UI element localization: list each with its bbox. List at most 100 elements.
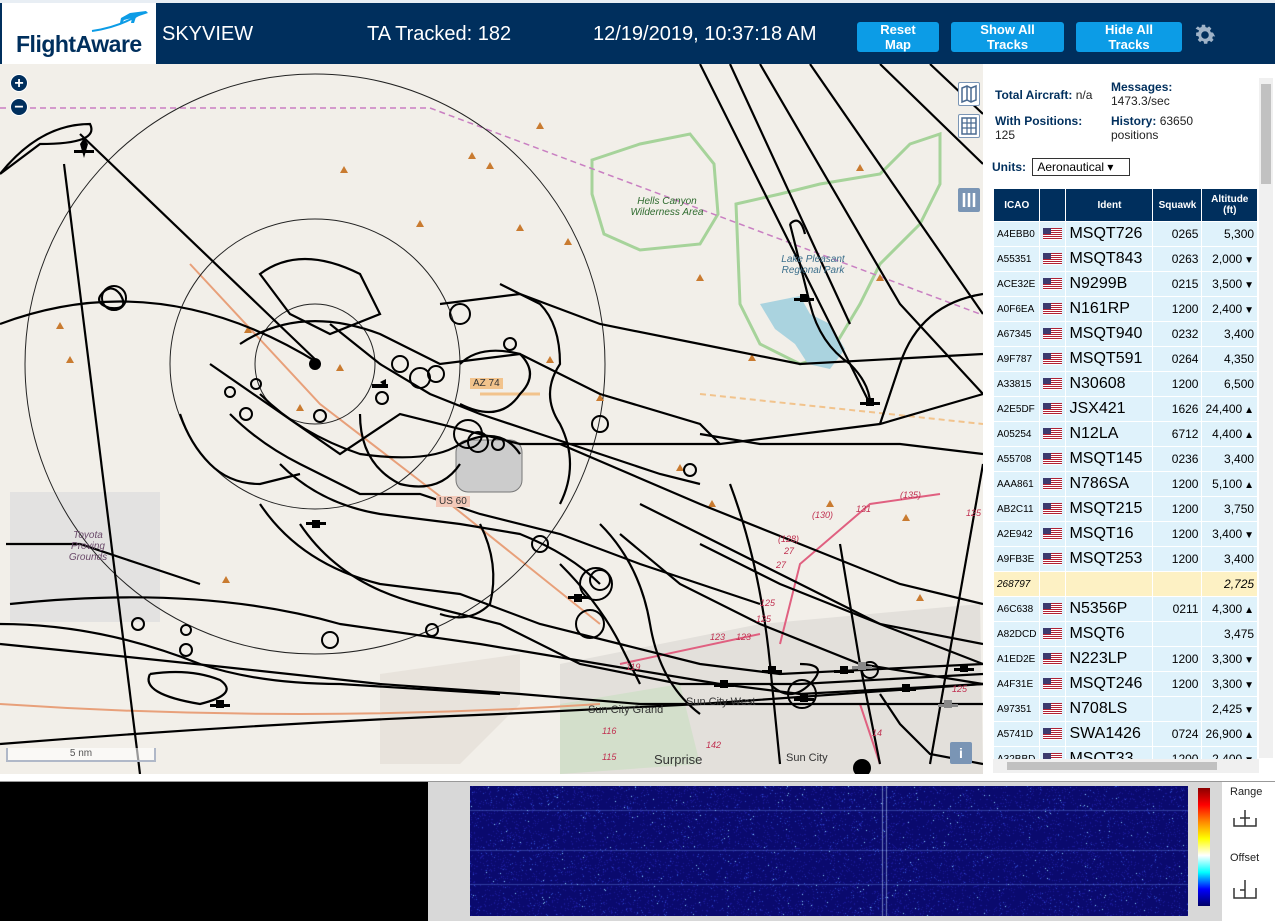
- with-positions-label: With Positions:: [995, 114, 1083, 128]
- col-squawk[interactable]: Squawk: [1153, 189, 1202, 221]
- panel-divider[interactable]: [0, 774, 1275, 782]
- us-flag-icon: [1043, 228, 1063, 241]
- altitude-value: 2,000: [1212, 252, 1243, 266]
- ident-cell: JSX421: [1066, 397, 1153, 421]
- squawk-cell: 1200: [1153, 647, 1202, 671]
- table-row[interactable]: A4F31E MSQT246 1200 3,300 ▼: [994, 672, 1258, 696]
- info-button[interactable]: i: [950, 742, 972, 764]
- columns-icon: [962, 193, 976, 207]
- aircraft-sidebar: Total Aircraft: n/a Messages: 1473.3/sec…: [983, 64, 1275, 774]
- table-row[interactable]: A05254 N12LA 6712 4,400 ▲: [994, 422, 1258, 446]
- flag-cell: [1040, 722, 1066, 746]
- climb-arrow-icon: ▲: [1244, 480, 1255, 491]
- table-row[interactable]: A4EBB0 MSQT726 0265 5,300: [994, 222, 1258, 246]
- table-row[interactable]: AB2C11 MSQT215 1200 3,750: [994, 497, 1258, 521]
- map-layers-button[interactable]: [958, 82, 980, 106]
- altitude-value: 26,900: [1205, 727, 1243, 741]
- us-flag-icon: [1043, 328, 1063, 341]
- gear-icon[interactable]: [1192, 22, 1218, 48]
- scroll-thumb[interactable]: [1261, 84, 1271, 184]
- ident-cell: MSQT843: [1066, 247, 1153, 271]
- offset-label: Offset: [1230, 852, 1260, 864]
- hide-all-tracks-button[interactable]: Hide All Tracks: [1076, 22, 1182, 52]
- label-az74: AZ 74: [470, 378, 503, 389]
- reset-map-button[interactable]: Reset Map: [857, 22, 939, 52]
- ident-cell: N161RP: [1066, 297, 1153, 321]
- descend-arrow-icon: ▼: [1244, 255, 1255, 266]
- flightaware-logo[interactable]: FlightAware: [2, 3, 156, 64]
- squawk-cell: 0211: [1153, 597, 1202, 621]
- icao-cell: A97351: [994, 697, 1040, 721]
- descend-arrow-icon: ▼: [1244, 705, 1255, 716]
- horizontal-scrollbar[interactable]: [993, 759, 1259, 773]
- ident-cell: N708LS: [1066, 697, 1153, 721]
- col-flag[interactable]: [1040, 189, 1066, 221]
- table-row[interactable]: A82DCD MSQT6 3,475: [994, 622, 1258, 646]
- label-road-131: 131: [856, 504, 872, 514]
- col-altitude[interactable]: Altitude (ft): [1202, 189, 1258, 221]
- ident-cell: MSQT16: [1066, 522, 1153, 546]
- table-row[interactable]: 268797 2,725: [994, 572, 1258, 596]
- ident-cell: N786SA: [1066, 472, 1153, 496]
- table-row[interactable]: A5741D SWA1426 0724 26,900 ▲: [994, 722, 1258, 746]
- altitude-cell: 3,400: [1202, 547, 1258, 571]
- altitude-cell: 3,300 ▼: [1202, 672, 1258, 696]
- table-row[interactable]: A97351 N708LS 2,425 ▼: [994, 697, 1258, 721]
- label-road-115: 115: [602, 752, 617, 762]
- history-label: History:: [1111, 114, 1157, 128]
- altitude-cell: 3,400: [1202, 322, 1258, 346]
- ident-cell: MSQT253: [1066, 547, 1153, 571]
- vertical-scrollbar[interactable]: [1259, 78, 1273, 758]
- table-row[interactable]: A6C638 N5356P 0211 4,300 ▲: [994, 597, 1258, 621]
- label-us60: US 60: [436, 496, 470, 507]
- map-canvas: [0, 64, 983, 774]
- label-road-123b: 123: [736, 632, 752, 642]
- flag-cell: [1040, 697, 1066, 721]
- show-all-tracks-button[interactable]: Show All Tracks: [951, 22, 1064, 52]
- flag-cell: [1040, 547, 1066, 571]
- map-view[interactable]: Hells Canyon Wilderness Area Lake Pleasa…: [0, 64, 983, 774]
- icao-cell: A33815: [994, 372, 1040, 396]
- us-flag-icon: [1043, 678, 1063, 691]
- table-row[interactable]: AAA861 N786SA 1200 5,100 ▲: [994, 472, 1258, 496]
- grid-toggle-button[interactable]: [958, 114, 980, 138]
- spectrum-panel: Range Offset: [0, 774, 1275, 921]
- offset-slider-icon[interactable]: [1230, 876, 1260, 902]
- history-value: 63650: [1159, 114, 1194, 128]
- col-icao[interactable]: ICAO: [994, 189, 1040, 221]
- table-row[interactable]: A0F6EA N161RP 1200 2,400 ▼: [994, 297, 1258, 321]
- range-slider-icon[interactable]: [1230, 806, 1260, 832]
- icao-cell: A82DCD: [994, 622, 1040, 646]
- table-row[interactable]: A67345 MSQT940 0232 3,400: [994, 322, 1258, 346]
- table-row[interactable]: A55708 MSQT145 0236 3,400: [994, 447, 1258, 471]
- messages-label: Messages:: [1111, 80, 1173, 94]
- table-row[interactable]: A33815 N30608 1200 6,500: [994, 372, 1258, 396]
- squawk-cell: 0215: [1153, 272, 1202, 296]
- altitude-cell: 2,725: [1202, 572, 1258, 596]
- zoom-in-button[interactable]: +: [10, 74, 28, 92]
- zoom-out-button[interactable]: −: [10, 98, 28, 116]
- table-row[interactable]: A9FB3E MSQT253 1200 3,400: [994, 547, 1258, 571]
- icao-cell: A0F6EA: [994, 297, 1040, 321]
- aircraft-table: ICAO Ident Squawk Altitude (ft) A4EBB0 MS…: [993, 188, 1258, 772]
- scroll-thumb[interactable]: [1007, 762, 1217, 770]
- altitude-cell: 4,400 ▲: [1202, 422, 1258, 446]
- table-row[interactable]: A1ED2E N223LP 1200 3,300 ▼: [994, 647, 1258, 671]
- ident-cell: N223LP: [1066, 647, 1153, 671]
- table-row[interactable]: A2E5DF JSX421 1626 24,400 ▲: [994, 397, 1258, 421]
- units-select[interactable]: Aeronautical ▾: [1032, 158, 1131, 176]
- us-flag-icon: [1043, 428, 1063, 441]
- label-road-119: 119: [626, 662, 641, 672]
- columns-toggle-button[interactable]: [958, 188, 980, 212]
- altitude-cell: 3,750: [1202, 497, 1258, 521]
- table-row[interactable]: A55351 MSQT843 0263 2,000 ▼: [994, 247, 1258, 271]
- range-label: Range: [1230, 786, 1263, 798]
- table-row[interactable]: A9F787 MSQT591 0264 4,350: [994, 347, 1258, 371]
- icao-cell: AB2C11: [994, 497, 1040, 521]
- altitude-value: 3,750: [1224, 502, 1255, 516]
- table-row[interactable]: ACE32E N9299B 0215 3,500 ▼: [994, 272, 1258, 296]
- flag-cell: [1040, 347, 1066, 371]
- table-row[interactable]: A2E942 MSQT16 1200 3,400 ▼: [994, 522, 1258, 546]
- col-ident[interactable]: Ident: [1066, 189, 1153, 221]
- label-road-123a: 123: [710, 632, 726, 642]
